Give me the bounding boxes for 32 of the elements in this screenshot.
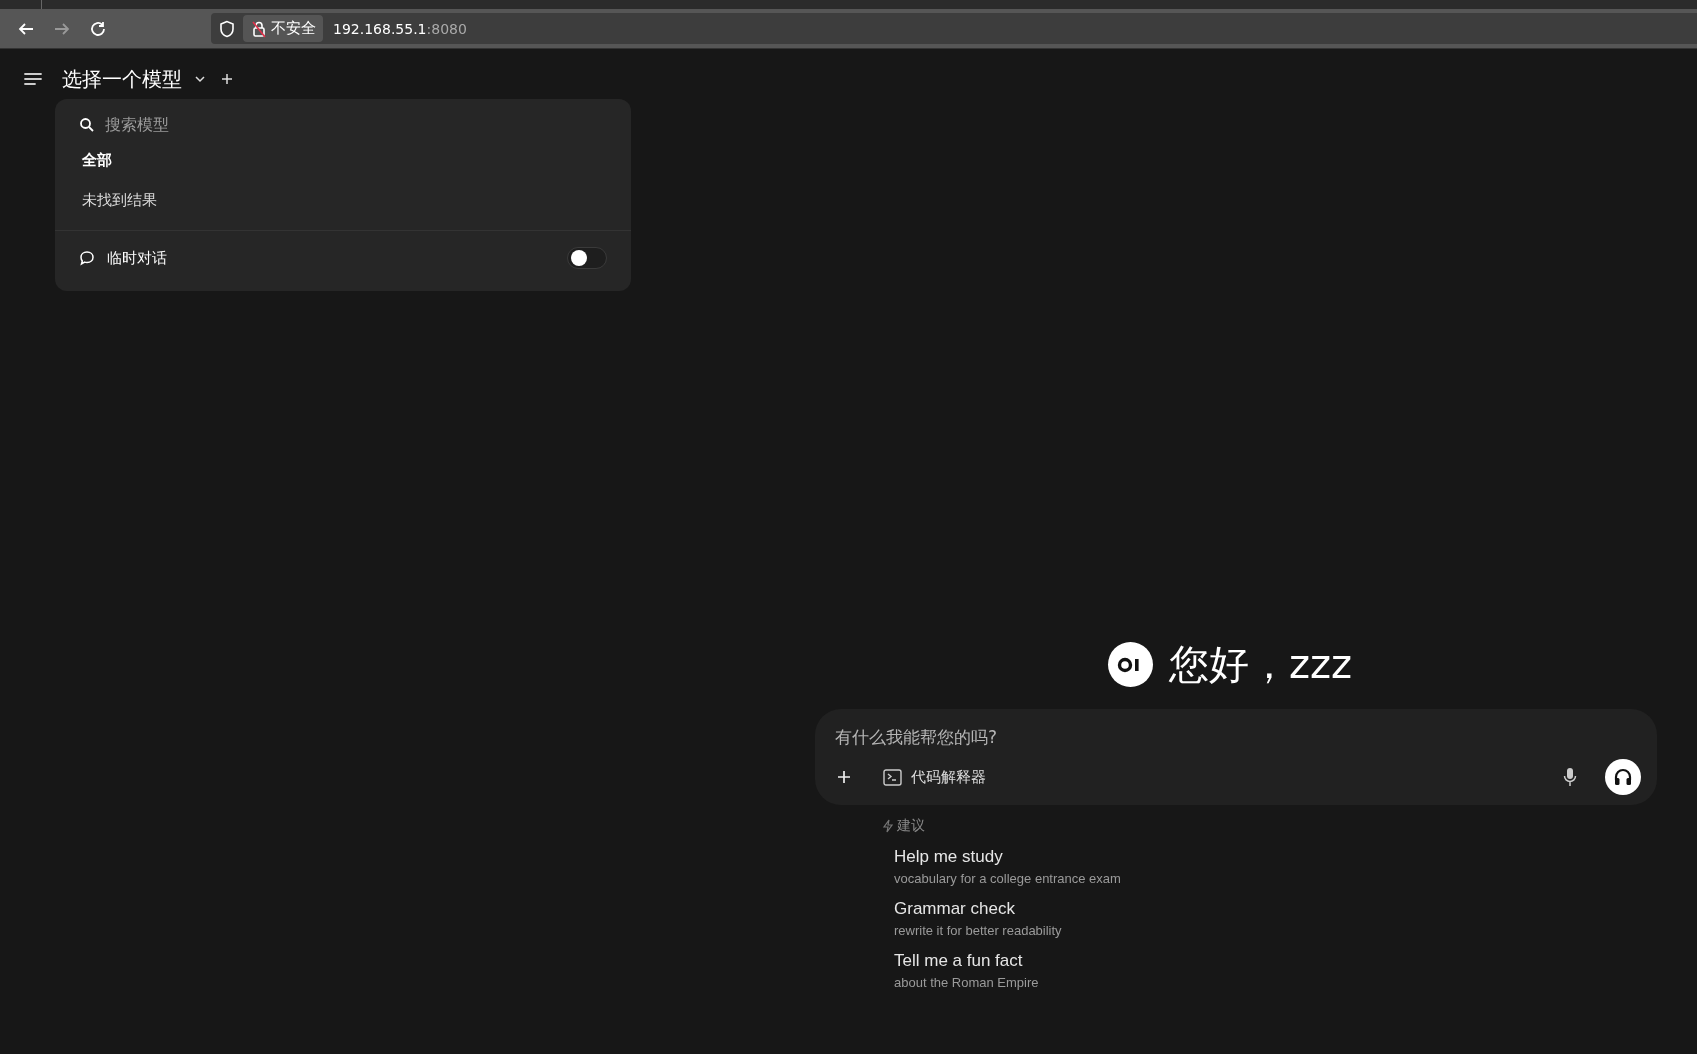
voice-mode-button[interactable] bbox=[1605, 759, 1641, 795]
address-bar[interactable]: 不安全 192.168.55.1:8080 bbox=[211, 13, 1697, 44]
menu-icon bbox=[23, 71, 43, 87]
temporary-chat-label: 临时对话 bbox=[107, 248, 168, 268]
lightning-icon bbox=[882, 819, 894, 833]
microphone-icon bbox=[1563, 767, 1577, 787]
plus-icon bbox=[221, 73, 233, 85]
message-composer[interactable]: 有什么我能帮您的吗? 代码解释器 bbox=[815, 709, 1657, 805]
headphones-icon bbox=[1613, 767, 1633, 787]
shield-icon bbox=[219, 19, 235, 38]
search-icon bbox=[79, 116, 95, 133]
terminal-icon bbox=[883, 768, 902, 786]
speech-bubble-icon bbox=[79, 250, 95, 266]
suggestion-item[interactable]: Help me study vocabulary for a college entrance exam bbox=[894, 847, 1121, 886]
reload-icon bbox=[89, 19, 107, 38]
suggestion-item[interactable]: Tell me a fun fact about the Roman Empire bbox=[894, 951, 1039, 990]
greeting-text: 您好，zzz bbox=[1169, 640, 1352, 689]
logo-icon bbox=[1108, 642, 1153, 687]
suggestion-item[interactable]: Grammar check rewrite it for better readability bbox=[894, 899, 1062, 938]
chevron-down-icon bbox=[194, 73, 206, 85]
empty-message: 未找到结果 bbox=[81, 190, 158, 211]
message-input[interactable]: 有什么我能帮您的吗? bbox=[835, 723, 1641, 751]
security-badge[interactable]: 不安全 bbox=[243, 15, 323, 42]
crossed-lock-icon bbox=[251, 19, 267, 38]
search-field[interactable]: 搜索模型 bbox=[105, 113, 607, 136]
model-selector[interactable]: 选择一个模型 bbox=[62, 65, 206, 93]
code-interpreter-button[interactable]: 代码解释器 bbox=[877, 763, 992, 791]
suggestions-label: 建议 bbox=[897, 817, 925, 835]
url-text: 192.168.55.1:8080 bbox=[333, 20, 467, 37]
filter-tab[interactable]: 全部 bbox=[82, 148, 112, 173]
toggle-switch[interactable] bbox=[567, 247, 607, 269]
plus-icon bbox=[836, 769, 852, 785]
